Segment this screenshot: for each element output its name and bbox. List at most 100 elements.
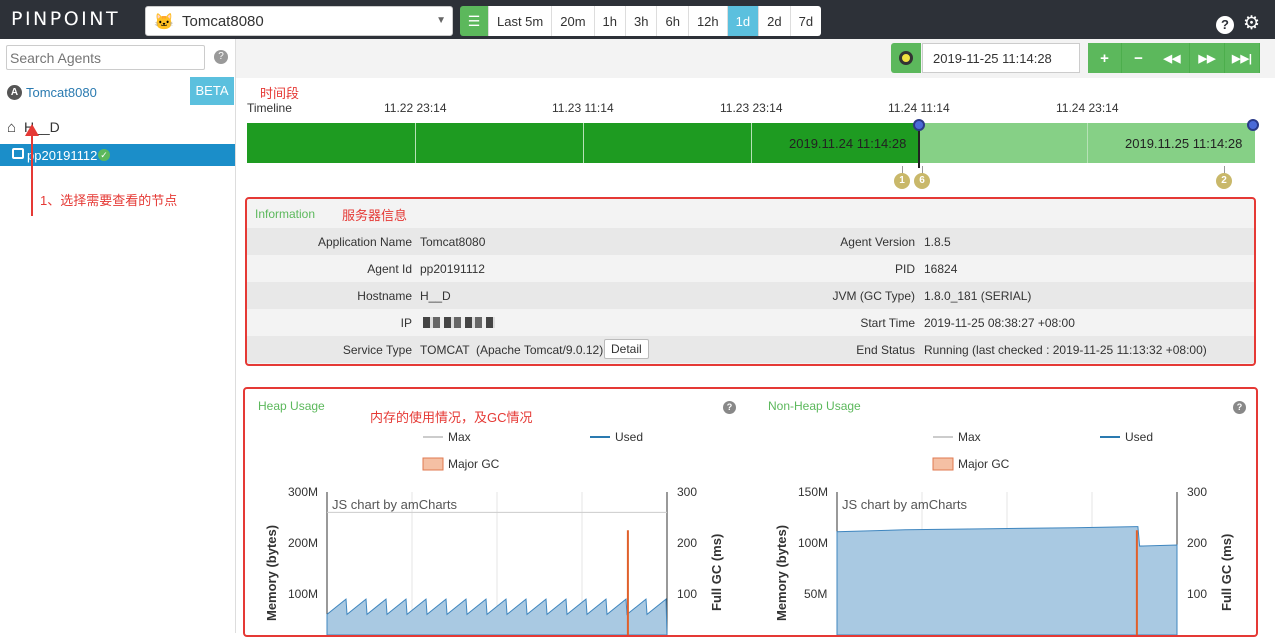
info-label: Start Time [860,316,915,330]
list-icon[interactable]: ☰ [460,6,488,36]
zoom-in-button[interactable]: + [1088,43,1122,73]
tomcat-icon: 🐱 [154,14,174,31]
info-row: IP Start Time 2019-11-25 08:38:27 +08:00 [247,309,1254,336]
agent-name: pp20191112 [27,148,98,163]
heap-right-tick: 200 [677,536,697,550]
heap-left-tick: 200M [288,536,318,550]
home-icon: ⌂ [7,119,17,136]
info-row: Service Type TOMCAT (Apache Tomcat/9.0.1… [247,336,1254,363]
legend-gc-label: Major GC [958,457,1010,471]
main-toolbar: 2019-11-25 11:14:28 + − ◀◀ ▶▶ ▶▶| [236,39,1275,78]
legend-gc-swatch [932,457,954,471]
heap-left-tick: 300M [288,485,318,499]
application-row[interactable]: A Tomcat8080 BETA [0,77,236,107]
forward-icon[interactable]: ▶▶ [1190,43,1225,73]
detail-button[interactable]: Detail [604,339,649,359]
info-label: End Status [856,343,915,357]
legend-used-label: Used [615,430,643,444]
application-selector[interactable]: 🐱 Tomcat8080 ▼ [145,6,453,36]
timeline-label: Timeline [247,101,292,115]
event-marker[interactable]: 6 [914,173,930,189]
range-1d[interactable]: 1d [726,6,759,36]
event-marker[interactable]: 2 [1216,173,1232,189]
heap-ylabel-left: Memory (bytes) [264,525,279,621]
timeline-end-handle[interactable] [1247,119,1259,131]
range-12h[interactable]: 12h [687,6,727,36]
server-icon [12,148,24,159]
nonheap-left-tick: 150M [798,485,828,499]
beta-button[interactable]: BETA [190,77,234,105]
heap-right-tick: 300 [677,485,697,499]
timeline-divider [751,123,752,163]
timeline-start-handle[interactable] [913,119,925,131]
check-circle-icon: ✓ [98,149,110,161]
sidebar-item-agent[interactable]: pp20191112 ✓ [0,144,235,166]
legend-max-label: Max [448,430,471,444]
event-marker[interactable]: 1 [894,173,910,189]
nonheap-left-tick: 100M [798,536,828,550]
range-2d[interactable]: 2d [758,6,790,36]
search-agents-input[interactable] [6,45,205,70]
gear-icon[interactable]: ⚙ [1243,12,1260,35]
info-label: JVM (GC Type) [832,289,915,303]
info-label: Agent Version [840,235,915,249]
nonheap-plot-area [836,492,1178,635]
timeline-divider [415,123,416,163]
annotation-arrow [31,131,33,216]
time-range-group: ☰ Last 5m 20m 1h 3h 6h 12h 1d 2d 7d [460,6,822,36]
circle-icon [899,51,913,65]
annotation-time-range: 时间段 [260,86,300,101]
info-value: 2019-11-25 08:38:27 +08:00 [924,316,1075,330]
range-3h[interactable]: 3h [625,6,657,36]
timeline-tick: 11.22 23:14 [384,101,447,115]
heap-ylabel-right: Full GC (ms) [709,534,724,611]
timeline-tick: 11.24 23:14 [1056,101,1119,115]
info-value: 1.8.5 [924,235,951,249]
information-title: Information [255,207,316,221]
heap-plot-area [326,492,668,635]
nonheap-right-tick: 300 [1187,485,1207,499]
info-label: IP [400,316,412,330]
sidebar-app-name[interactable]: Tomcat8080 [26,85,97,100]
nonheap-used-area [836,526,1178,635]
info-value: 1.8.0_181 (SERIAL) [924,289,1032,303]
zoom-out-button[interactable]: − [1122,43,1156,73]
nonheap-ylabel-left: Memory (bytes) [774,525,789,621]
legend-max-label: Max [958,430,981,444]
backward-icon[interactable]: ◀◀ [1155,43,1190,73]
nonheap-ylabel-right: Full GC (ms) [1219,534,1234,611]
heap-watermark: JS chart by amCharts [332,497,457,512]
range-20m[interactable]: 20m [551,6,594,36]
help-icon[interactable]: ? [1216,16,1234,34]
timeline-start-date: 2019.11.24 11:14:28 [789,136,907,151]
pinpoint-logo[interactable]: PINPOINT [11,8,120,30]
info-value: TOMCAT (Apache Tomcat/9.0.12) [420,343,604,357]
info-label: Agent Id [367,262,412,276]
datetime-display[interactable]: 2019-11-25 11:14:28 [922,43,1080,73]
info-row: Application Name Tomcat8080 Agent Versio… [247,228,1254,255]
legend-used-label: Used [1125,430,1153,444]
info-row: Agent Id pp20191112 PID 16824 [247,255,1254,282]
nonheap-left-tick: 50M [804,587,827,601]
range-7d[interactable]: 7d [789,6,822,36]
heap-left-tick: 100M [288,587,318,601]
info-value: 16824 [924,262,958,276]
range-last-5m[interactable]: Last 5m [488,6,552,36]
timeline-divider [1087,123,1088,163]
info-value: Tomcat8080 [420,235,486,249]
memory-charts-svg: Max Used Major GC 300M 200M 100M 300 200… [264,430,1234,635]
info-label: Service Type [342,343,412,357]
zoom-group: + − [1088,43,1156,73]
range-6h[interactable]: 6h [656,6,688,36]
timeline-bar[interactable]: 2019.11.24 11:14:28 2019.11.25 11:14:28 [247,123,1255,163]
question-icon[interactable]: ? [214,50,228,64]
skip-end-icon[interactable]: ▶▶| [1225,43,1260,73]
range-1h[interactable]: 1h [593,6,626,36]
info-label: PID [894,262,915,276]
information-panel: Information 服务器信息 Application Name Tomca… [245,197,1256,366]
legend-gc-label: Major GC [448,457,500,471]
ip-redacted [423,317,495,328]
top-navbar: PINPOINT 🐱 Tomcat8080 ▼ ☰ Last 5m 20m 1h… [0,0,1275,39]
timeline-toggle-button[interactable] [891,43,921,73]
info-label: Hostname [357,289,412,303]
